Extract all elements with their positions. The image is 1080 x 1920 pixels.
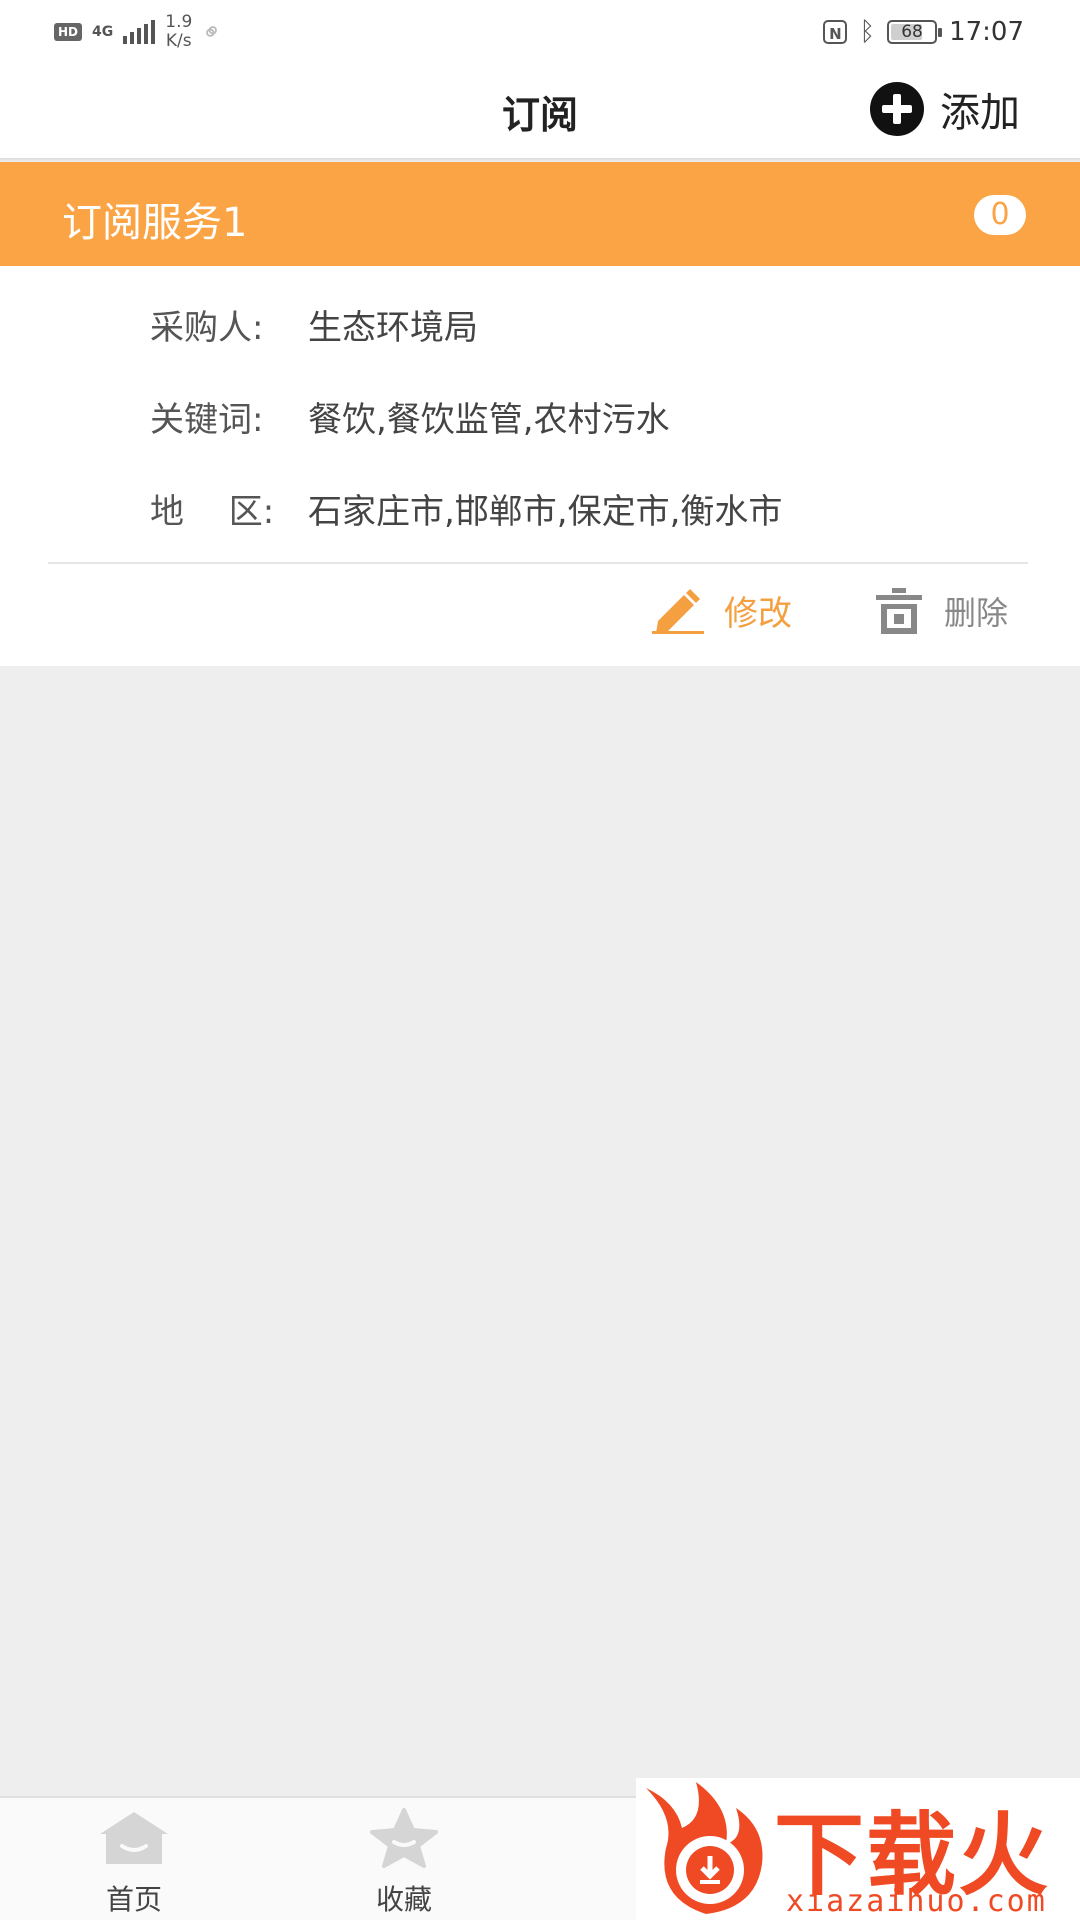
delete-label: 删除 bbox=[944, 594, 1009, 632]
add-button[interactable]: 添加 bbox=[870, 80, 1020, 138]
region-value: 石家庄市,邯郸市,保定市,衡水市 bbox=[308, 492, 783, 532]
link-icon: ⚭ bbox=[195, 14, 230, 50]
signal-icon bbox=[123, 20, 156, 44]
star-icon bbox=[370, 1808, 438, 1868]
purchaser-value: 生态环境局 bbox=[308, 308, 478, 348]
battery-icon: 68 bbox=[887, 20, 943, 44]
edit-button[interactable]: 修改 bbox=[650, 586, 792, 635]
keywords-label: 关键词: bbox=[150, 400, 264, 440]
delete-button[interactable]: 删除 bbox=[872, 586, 1008, 636]
divider bbox=[48, 562, 1028, 564]
app-header: 订阅 添加 bbox=[0, 62, 1080, 158]
status-bar: HD 4G 1.9 K/s ⚭ N ᛒ 68 17:07 bbox=[0, 0, 1080, 62]
plus-circle-icon bbox=[870, 82, 924, 136]
info-row-keywords: 关键词: 餐饮,餐饮监管,农村污水 bbox=[150, 392, 670, 441]
count-badge: 0 bbox=[974, 195, 1026, 235]
keywords-value: 餐饮,餐饮监管,农村污水 bbox=[308, 400, 670, 440]
network-type: 4G bbox=[92, 24, 114, 40]
battery-level: 68 bbox=[901, 22, 923, 42]
trash-icon bbox=[876, 588, 922, 634]
watermark-url: xiazaihuo.com bbox=[786, 1884, 1047, 1919]
flame-logo-icon bbox=[646, 1782, 763, 1914]
battery-cap bbox=[938, 28, 943, 37]
subscription-card-header[interactable]: 订阅服务1 0 bbox=[0, 162, 1080, 266]
info-row-purchaser: 采购人: 生态环境局 bbox=[150, 300, 478, 349]
speed-value: 1.9 bbox=[165, 12, 193, 32]
subscription-card-body: 采购人: 生态环境局 关键词: 餐饮,餐饮监管,农村污水 地 区: 石家庄市,邯郸市,… bbox=[0, 266, 1080, 666]
tab-home[interactable]: 首页 bbox=[64, 1808, 204, 1918]
bluetooth-icon: ᛒ bbox=[859, 17, 876, 47]
edit-label: 修改 bbox=[724, 594, 792, 634]
region-label: 地 区: bbox=[150, 492, 275, 532]
subscription-title: 订阅服务1 bbox=[62, 200, 248, 246]
network-speed: 1.9 K/s bbox=[165, 13, 192, 51]
speed-unit: K/s bbox=[165, 31, 192, 51]
info-row-region: 地 区: 石家庄市,邯郸市,保定市,衡水市 bbox=[150, 484, 782, 533]
purchaser-label: 采购人: bbox=[150, 308, 264, 348]
tab-home-label: 首页 bbox=[105, 1883, 162, 1916]
tab-favorites-label: 收藏 bbox=[375, 1883, 432, 1916]
status-left: HD 4G 1.9 K/s ⚭ bbox=[54, 12, 229, 52]
tab-favorites[interactable]: 收藏 bbox=[334, 1808, 474, 1918]
nfc-icon: N bbox=[823, 20, 848, 44]
clock: 17:07 bbox=[949, 17, 1024, 47]
watermark: 下载火 xiazaihuo.com bbox=[636, 1778, 1080, 1920]
hd-badge: HD bbox=[54, 23, 83, 41]
status-right: N ᛒ 68 17:07 bbox=[823, 12, 1024, 52]
pencil-icon bbox=[652, 588, 704, 634]
home-icon bbox=[100, 1812, 168, 1864]
add-label: 添加 bbox=[940, 90, 1020, 136]
